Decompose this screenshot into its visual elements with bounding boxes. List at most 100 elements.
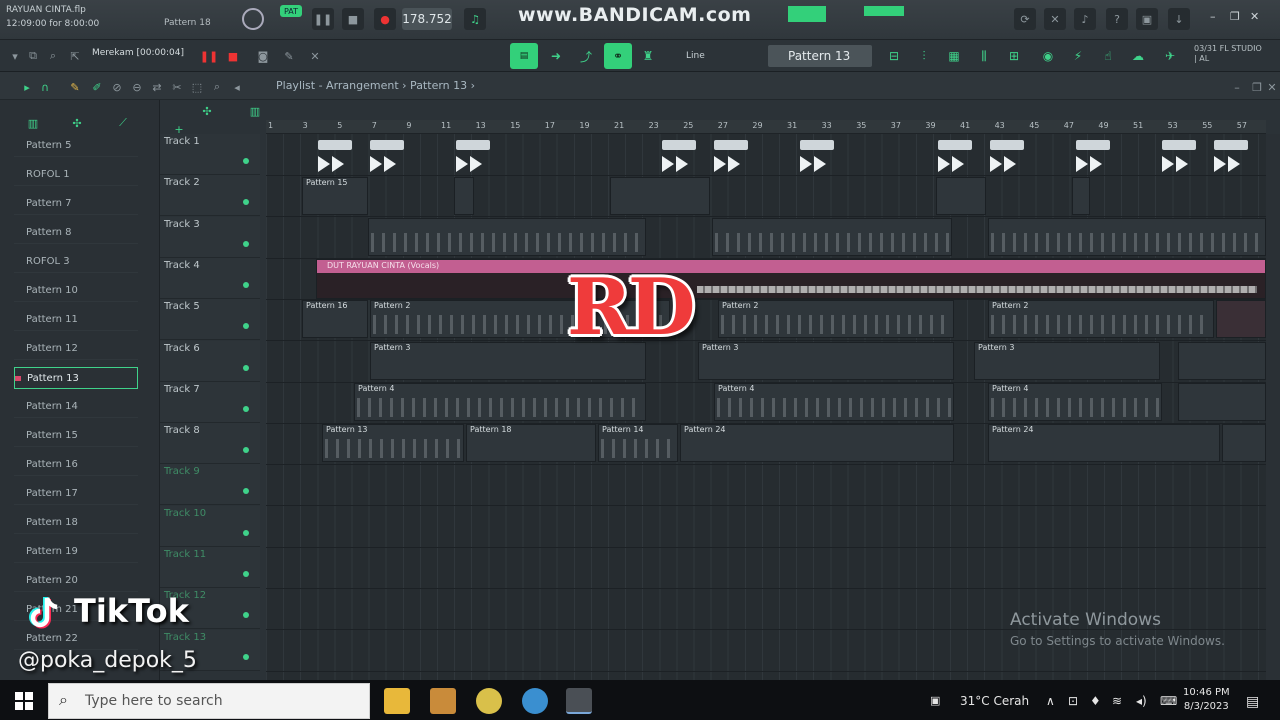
- playback-tool-icon[interactable]: ◂: [226, 76, 248, 98]
- picker-item[interactable]: Pattern 16: [14, 454, 138, 476]
- rec-pause-icon[interactable]: ❚❚: [198, 45, 220, 67]
- drum-hit-clip[interactable]: [938, 140, 974, 176]
- track-header[interactable]: Track 11: [160, 547, 260, 588]
- paint-tool-icon[interactable]: ✐: [86, 76, 108, 98]
- track-mute-led-icon[interactable]: [243, 488, 249, 495]
- track-header[interactable]: Track 3: [160, 216, 260, 258]
- tray-chevron-icon[interactable]: ∧: [1046, 694, 1055, 708]
- clip-track2-d[interactable]: [936, 177, 986, 215]
- clip-track3-a[interactable]: [368, 218, 646, 256]
- clip-track5-end[interactable]: [1216, 300, 1266, 338]
- tempo-display[interactable]: 178.752: [402, 8, 452, 30]
- clip-track3-c[interactable]: [988, 218, 1266, 256]
- clip-track7-pattern4-b[interactable]: Pattern 4: [714, 383, 954, 421]
- pencil-icon[interactable]: ✎: [278, 45, 300, 67]
- track-grid-icon[interactable]: ▥: [244, 100, 266, 122]
- touch-icon[interactable]: ☝: [1094, 43, 1122, 69]
- select-tool-icon[interactable]: ⬚: [186, 76, 208, 98]
- fl-studio-taskbar-icon[interactable]: [566, 688, 592, 714]
- track-header[interactable]: Track 7: [160, 381, 260, 423]
- drum-hit-clip[interactable]: [1214, 140, 1250, 176]
- drum-hit-clip[interactable]: [318, 140, 354, 176]
- drum-hit-clip[interactable]: [456, 140, 492, 176]
- zoom-tool-icon[interactable]: ⌕: [206, 76, 228, 98]
- tray-language-icon[interactable]: ⌨: [1160, 694, 1177, 708]
- clip-track6-pattern3-c[interactable]: Pattern 3: [974, 342, 1160, 380]
- track-mute-led-icon[interactable]: [243, 653, 249, 660]
- panel-minimize-icon[interactable]: –: [1226, 76, 1248, 98]
- media-player-icon[interactable]: [430, 688, 456, 714]
- clip-track8-end[interactable]: [1222, 424, 1266, 462]
- picker-item[interactable]: ROFOL 1: [14, 164, 138, 186]
- tools-icon[interactable]: ✕: [1044, 8, 1066, 30]
- stamp-icon[interactable]: ♜: [634, 43, 662, 69]
- channel-rack-icon[interactable]: ▦: [940, 43, 968, 69]
- pause-button[interactable]: ❚❚: [312, 8, 334, 30]
- clip-track2-b[interactable]: [454, 177, 474, 215]
- camera-icon[interactable]: ◙: [252, 45, 274, 67]
- tray-wifi-icon[interactable]: ≋: [1112, 694, 1122, 708]
- track-mute-led-icon[interactable]: [243, 405, 249, 412]
- clip-track2-e[interactable]: [1072, 177, 1090, 215]
- drum-hit-clip[interactable]: [714, 140, 750, 176]
- clip-track4-vocals[interactable]: DUT RAYUAN CINTA (Vocals): [316, 259, 1266, 299]
- close-icon[interactable]: ✕: [1250, 10, 1259, 23]
- cpu-dial-icon[interactable]: [242, 8, 264, 30]
- curve-icon[interactable]: ⤴: [572, 43, 600, 69]
- mic-icon[interactable]: ♪: [1074, 8, 1096, 30]
- save-icon[interactable]: ▣: [1136, 8, 1158, 30]
- piano-roll-icon[interactable]: ⫶: [910, 43, 938, 69]
- track-header[interactable]: Track 10: [160, 505, 260, 547]
- track-header[interactable]: Track 6: [160, 340, 260, 382]
- clip-track6-end[interactable]: [1178, 342, 1266, 380]
- record-button[interactable]: ●: [374, 8, 396, 30]
- windows-start-icon[interactable]: [15, 692, 33, 710]
- picker-item[interactable]: Pattern 19: [14, 541, 138, 563]
- clip-track5-pattern2-b[interactable]: Pattern 2: [718, 300, 954, 338]
- song-mode-button[interactable]: ▤: [510, 43, 538, 69]
- picker-item[interactable]: Pattern 7: [14, 193, 138, 215]
- track-header[interactable]: Track 1: [160, 134, 260, 175]
- clip-track6-pattern3-b[interactable]: Pattern 3: [698, 342, 954, 380]
- share-icon[interactable]: ✈: [1156, 43, 1184, 69]
- taskbar-search[interactable]: ⌕ Type here to search: [48, 683, 370, 719]
- rec-close-icon[interactable]: ✕: [304, 45, 326, 67]
- file-explorer-icon[interactable]: [384, 688, 410, 714]
- picker-item[interactable]: Pattern 15: [14, 425, 138, 447]
- slice-tool-icon[interactable]: ✂: [166, 76, 188, 98]
- track-mute-led-icon[interactable]: [243, 199, 249, 206]
- clip-track2-pattern15[interactable]: Pattern 15: [302, 177, 368, 215]
- picker-item[interactable]: Pattern 14: [14, 396, 138, 418]
- weather-icon[interactable]: ▣: [930, 694, 940, 707]
- drum-hit-clip[interactable]: [990, 140, 1026, 176]
- clip-track8-pattern14[interactable]: Pattern 14: [598, 424, 678, 462]
- clip-track7-end[interactable]: [1178, 383, 1266, 421]
- clip-track3-b[interactable]: [712, 218, 952, 256]
- picker-item[interactable]: ROFOL 3: [14, 251, 138, 273]
- slip-tool-icon[interactable]: ⇄: [146, 76, 168, 98]
- track-header[interactable]: Track 5: [160, 299, 260, 341]
- clip-track7-pattern4-a[interactable]: Pattern 4: [354, 383, 646, 421]
- plug-icon[interactable]: ⚡: [1064, 43, 1092, 69]
- playlist-arrow-icon[interactable]: ➜: [542, 43, 570, 69]
- clip-track8-pattern18[interactable]: Pattern 18: [466, 424, 596, 462]
- picker-item[interactable]: Pattern 13: [14, 367, 138, 389]
- picker-audio-icon[interactable]: ✣: [66, 112, 88, 134]
- track-mute-led-icon[interactable]: [243, 158, 249, 164]
- plugin-picker-icon[interactable]: ◉: [1034, 43, 1062, 69]
- metronome-icon[interactable]: ♫: [464, 8, 486, 30]
- mute-tool-icon[interactable]: ⊖: [126, 76, 148, 98]
- track-header[interactable]: Track 8: [160, 423, 260, 465]
- search-icon[interactable]: ⌕: [42, 45, 64, 67]
- track-mute-led-icon[interactable]: [243, 571, 249, 577]
- magnet-icon[interactable]: ∩: [34, 76, 56, 98]
- picker-patterns-icon[interactable]: ▥: [22, 112, 44, 134]
- track-move-icon[interactable]: ✣: [196, 100, 218, 122]
- clip-track5-pattern2-c[interactable]: Pattern 2: [988, 300, 1214, 338]
- drum-hit-clip[interactable]: [1076, 140, 1112, 176]
- panel-close-icon[interactable]: ✕: [1264, 76, 1280, 98]
- picker-item[interactable]: Pattern 12: [14, 338, 138, 360]
- picker-item[interactable]: Pattern 10: [14, 280, 138, 302]
- tray-mic-icon[interactable]: ♦: [1090, 694, 1101, 708]
- picker-automation-icon[interactable]: ⟋: [112, 112, 134, 134]
